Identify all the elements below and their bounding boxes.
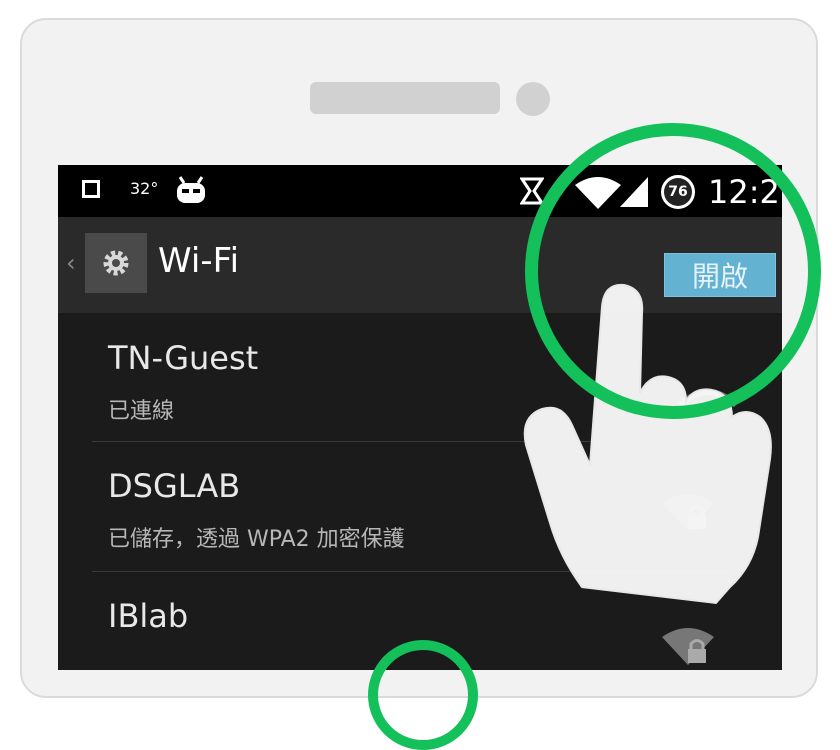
hourglass-icon [520,177,544,205]
network-status: 已儲存，透過 WPA2 加密保護 [108,527,405,552]
cyanogen-mascot-icon [177,176,205,203]
highlight-ring [525,123,821,419]
back-chevron-icon[interactable]: ‹ [66,249,76,277]
phone-camera [516,82,550,116]
highlight-ring-partial [368,640,478,750]
phone-speaker [310,82,500,114]
settings-app-icon[interactable] [85,233,147,293]
page-title: Wi-Fi [158,241,240,281]
temperature-readout: 32° [130,179,159,198]
network-name: IBlab [108,597,189,635]
network-status: 已連線 [108,399,175,424]
notification-square-icon [82,180,100,198]
network-name: TN-Guest [108,339,259,377]
wifi-lock-icon [662,628,714,665]
gear-icon [103,250,129,276]
network-name: DSGLAB [108,467,241,505]
